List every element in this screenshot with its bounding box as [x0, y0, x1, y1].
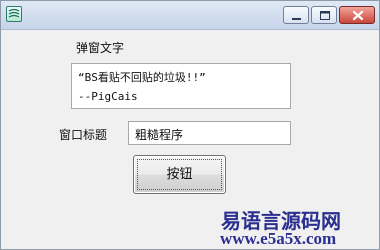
message-line: “BS看贴不回贴的垃圾!!”	[78, 71, 206, 84]
action-button[interactable]: 按钮	[133, 155, 226, 194]
title-label: 窗口标题	[59, 128, 108, 142]
minimize-button[interactable]	[283, 6, 309, 24]
message-textarea[interactable]: “BS看贴不回贴的垃圾!!” --PigCais	[71, 63, 291, 109]
message-line: --PigCais	[78, 90, 138, 103]
minimize-icon	[292, 18, 301, 20]
watermark-url: www.e5a5x.com	[220, 229, 337, 248]
title-input[interactable]: 粗糙程序	[128, 121, 291, 145]
maximize-icon	[320, 11, 330, 20]
close-icon	[352, 10, 364, 21]
app-icon[interactable]	[6, 6, 22, 22]
message-label: 弹窗文字	[76, 41, 125, 55]
maximize-button[interactable]	[311, 6, 337, 24]
title-bar[interactable]	[1, 1, 379, 30]
app-window: 弹窗文字 “BS看贴不回贴的垃圾!!” --PigCais 窗口标题 粗糙程序 …	[0, 0, 380, 250]
close-button[interactable]	[339, 6, 375, 24]
focus-rectangle	[137, 159, 222, 190]
